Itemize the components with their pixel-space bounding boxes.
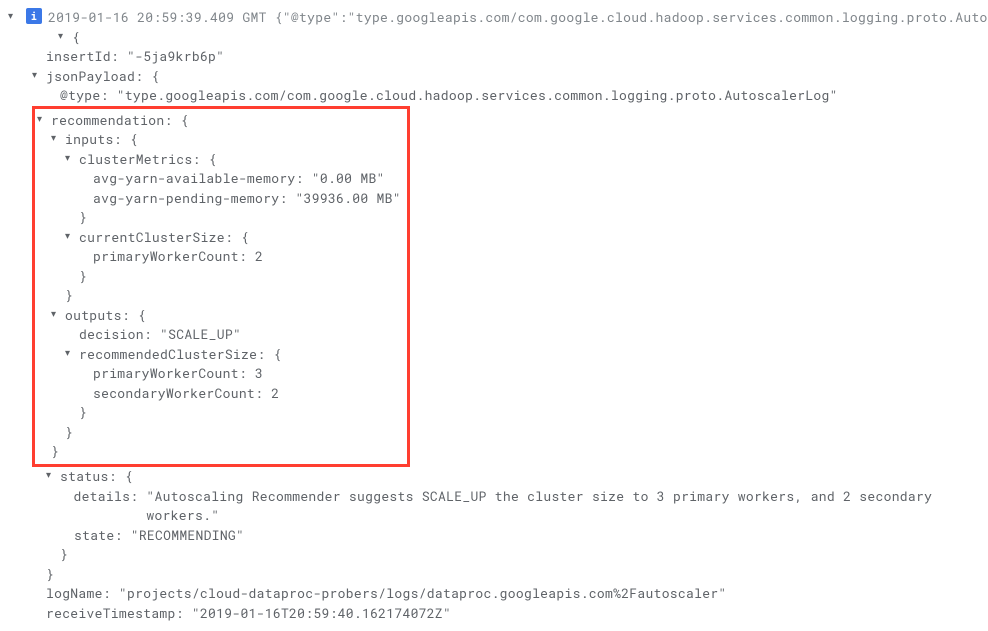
- log-timestamp: 2019-01-16 20:59:39.409 GMT: [48, 8, 267, 28]
- json-attype[interactable]: @type: "type.googleapis.com/com.google.c…: [46, 86, 980, 106]
- json-inputs[interactable]: inputs: {: [51, 130, 401, 150]
- expand-toggle-root[interactable]: [8, 8, 22, 23]
- json-status[interactable]: status: {: [46, 467, 980, 487]
- json-status-details[interactable]: details: "Autoscaling Recommender sugges…: [60, 487, 980, 526]
- expand-toggle[interactable]: [58, 28, 72, 48]
- json-decision[interactable]: decision: "SCALE_UP": [65, 325, 401, 345]
- json-receivetimestamp[interactable]: receiveTimestamp: "2019-01-16T20:59:40.1…: [32, 604, 980, 624]
- log-entry-header[interactable]: i 2019-01-16 20:59:39.409 GMT {"@type":"…: [8, 8, 980, 28]
- expand-toggle[interactable]: [65, 150, 79, 170]
- json-close: }: [51, 286, 401, 306]
- expand-toggle[interactable]: [37, 111, 51, 131]
- json-avg-pending[interactable]: avg-yarn-pending-memory: "39936.00 MB": [79, 189, 401, 209]
- json-rec-secondaryworkercount[interactable]: secondaryWorkerCount: 2: [79, 384, 401, 404]
- json-avg-avail[interactable]: avg-yarn-available-memory: "0.00 MB": [79, 169, 401, 189]
- json-close: }: [65, 403, 401, 423]
- json-close: }: [46, 545, 980, 565]
- json-currentclustersize[interactable]: currentClusterSize: {: [65, 228, 401, 248]
- json-outputs[interactable]: outputs: {: [51, 306, 401, 326]
- json-logname[interactable]: logName: "projects/cloud-dataproc-prober…: [32, 584, 980, 604]
- json-close: }: [37, 442, 401, 462]
- json-primaryworkercount[interactable]: primaryWorkerCount: 2: [79, 247, 401, 267]
- recommendation-highlight: recommendation: { inputs: { clusterMetri…: [32, 106, 410, 467]
- expand-toggle[interactable]: [65, 345, 79, 365]
- expand-toggle[interactable]: [51, 130, 65, 150]
- json-recommendedclustersize[interactable]: recommendedClusterSize: {: [65, 345, 401, 365]
- severity-info-icon: i: [26, 8, 42, 24]
- expand-toggle[interactable]: [65, 228, 79, 248]
- json-root-open[interactable]: {: [58, 28, 980, 48]
- expand-toggle[interactable]: [51, 306, 65, 326]
- log-summary: {"@type":"type.googleapis.com/com.google…: [275, 8, 988, 28]
- json-insertid[interactable]: insertId: "-5ja9krb6p": [32, 47, 980, 67]
- json-close: }: [65, 267, 401, 287]
- json-close: }: [51, 423, 401, 443]
- expand-toggle[interactable]: [32, 67, 46, 87]
- json-recommendation[interactable]: recommendation: {: [37, 111, 401, 131]
- json-close: }: [65, 208, 401, 228]
- json-clustermetrics[interactable]: clusterMetrics: {: [65, 150, 401, 170]
- expand-toggle[interactable]: [46, 467, 60, 487]
- json-jsonpayload[interactable]: jsonPayload: {: [32, 67, 980, 87]
- json-close: }: [32, 565, 980, 585]
- json-rec-primaryworkercount[interactable]: primaryWorkerCount: 3: [79, 364, 401, 384]
- json-status-state[interactable]: state: "RECOMMENDING": [60, 526, 980, 546]
